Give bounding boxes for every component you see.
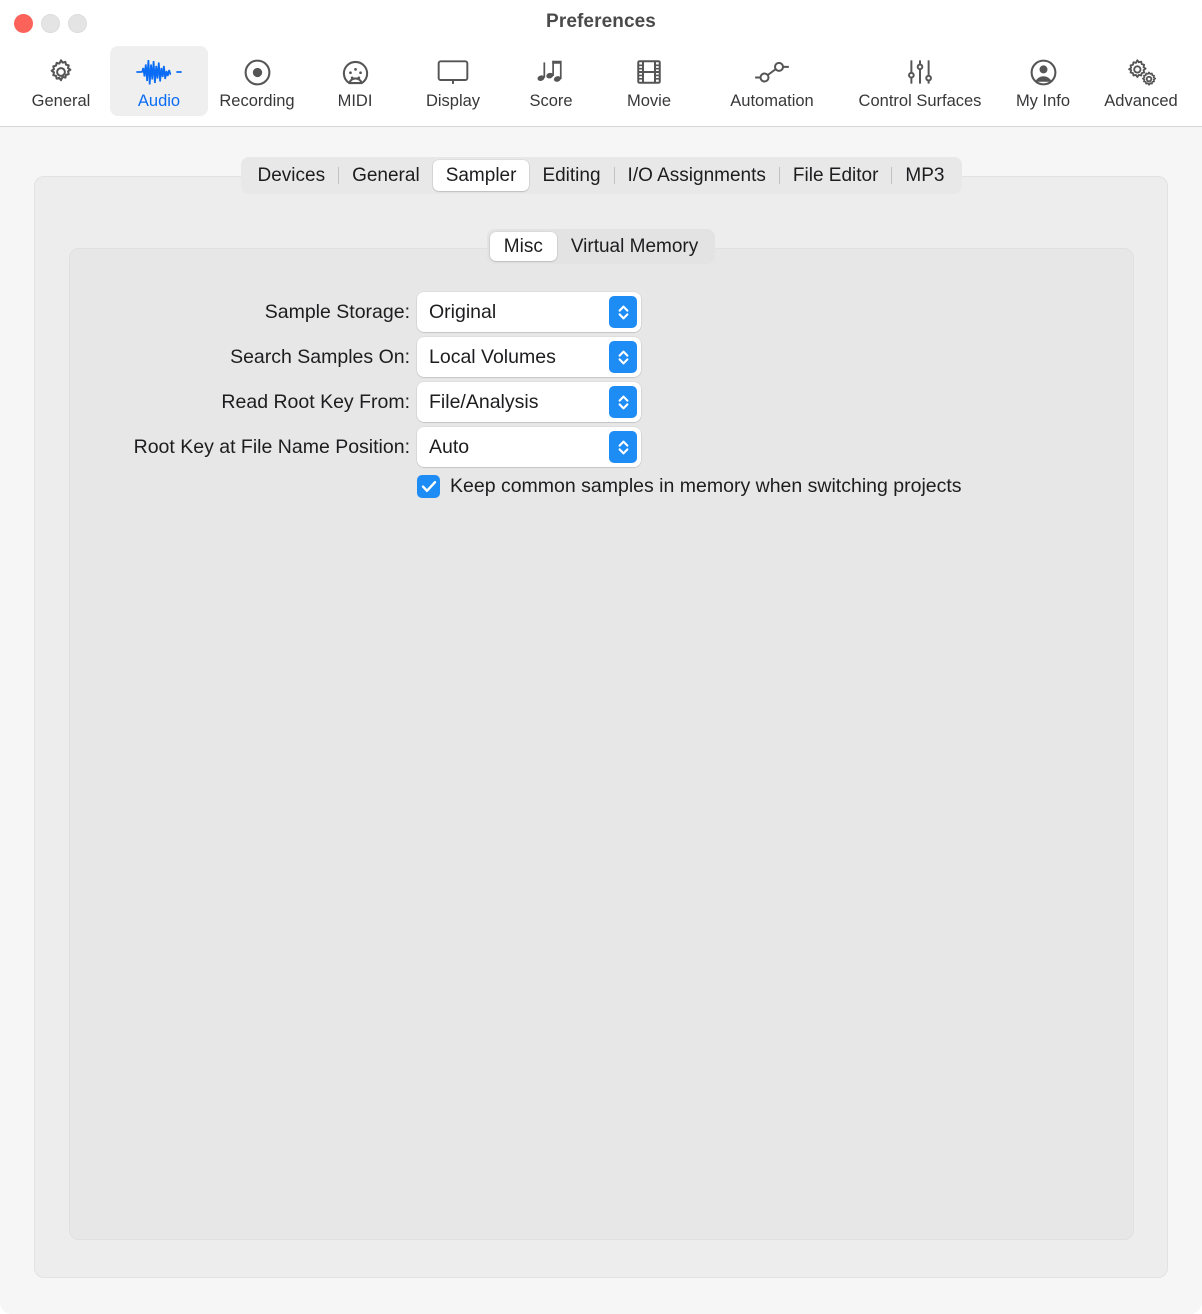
segment-misc[interactable]: Misc [489,232,557,261]
chevron-up-down-icon[interactable] [609,296,637,328]
sampler-misc-form: Sample Storage: Original Search Samples … [0,292,1202,472]
read-root-key-from-label: Read Root Key From: [221,391,410,413]
search-samples-on-label: Search Samples On: [230,346,410,368]
tab-general[interactable]: General [339,160,433,191]
popup-value: Original [429,300,497,323]
audio-tabs-container: Devices General Sampler Editing I/O Assi… [0,157,1202,194]
window-title: Preferences [546,11,656,32]
toolbar-item-score[interactable]: Score [502,46,600,116]
titlebar-toolbar: Preferences General Audio Recording MIDI… [0,0,1202,127]
person-circle-icon [1028,55,1059,89]
chevron-up-down-icon[interactable] [609,386,637,418]
midi-connector-icon [340,55,371,89]
checkmark-icon[interactable] [417,475,440,498]
toolbar-item-label: General [31,92,91,110]
toolbar-item-control-surfaces[interactable]: Control Surfaces [846,46,994,116]
toolbar-item-label: Control Surfaces [858,92,982,110]
toolbar-item-label: Score [529,92,573,110]
chevron-up-down-icon[interactable] [609,431,637,463]
tab-file-editor[interactable]: File Editor [780,160,892,191]
preferences-toolbar: General Audio Recording MIDI Display Sco… [0,46,1202,118]
sample-storage-label: Sample Storage: [264,301,410,323]
toolbar-item-midi[interactable]: MIDI [306,46,404,116]
toolbar-item-label: MIDI [337,92,373,110]
read-root-key-from-popup[interactable]: File/Analysis [417,382,641,422]
waveform-icon [135,55,183,89]
chevron-up-down-icon[interactable] [609,341,637,373]
display-monitor-icon [436,55,470,89]
checkbox-label: Keep common samples in memory when switc… [450,475,962,497]
root-key-at-file-name-position-popup[interactable]: Auto [417,427,641,467]
toolbar-item-general[interactable]: General [12,46,110,116]
toolbar-item-recording[interactable]: Recording [208,46,306,116]
toolbar-item-label: Advanced [1104,92,1178,110]
toolbar-item-label: Movie [626,92,671,110]
sampler-subtabs-container: Misc Virtual Memory [0,229,1202,264]
film-strip-icon [634,55,664,89]
form-row-search-samples-on: Search Samples On: Local Volumes [0,337,1202,382]
form-row-root-key-at-file-name-position: Root Key at File Name Position: Auto [0,427,1202,472]
form-row-read-root-key-from: Read Root Key From: File/Analysis [0,382,1202,427]
audio-tabstrip: Devices General Sampler Editing I/O Assi… [240,157,962,194]
popup-value: File/Analysis [429,390,539,413]
tab-io-assignments[interactable]: I/O Assignments [615,160,779,191]
toolbar-item-display[interactable]: Display [404,46,502,116]
toolbar-item-my-info[interactable]: My Info [994,46,1092,116]
search-samples-on-popup[interactable]: Local Volumes [417,337,641,377]
tab-editing[interactable]: Editing [529,160,613,191]
form-row-sample-storage: Sample Storage: Original [0,292,1202,337]
tab-sampler[interactable]: Sampler [432,160,530,191]
toolbar-item-advanced[interactable]: Advanced [1092,46,1190,116]
toolbar-item-automation[interactable]: Automation [698,46,846,116]
record-circle-icon [242,55,273,89]
root-key-at-file-name-position-label: Root Key at File Name Position: [133,436,410,458]
popup-value: Auto [429,435,470,458]
toolbar-item-label: Display [425,92,481,110]
toolbar-item-label: Audio [137,92,181,110]
tab-devices[interactable]: Devices [245,160,339,191]
automation-nodes-icon [752,55,792,89]
faders-icon [904,55,936,89]
music-notes-icon [535,55,567,89]
double-gear-icon [1124,55,1158,89]
gear-icon [46,55,76,89]
toolbar-item-audio[interactable]: Audio [110,46,208,116]
tab-mp3[interactable]: MP3 [892,160,957,191]
toolbar-item-label: My Info [1015,92,1071,110]
toolbar-item-label: Recording [219,92,295,110]
toolbar-item-movie[interactable]: Movie [600,46,698,116]
keep-common-samples-checkbox-row[interactable]: Keep common samples in memory when switc… [417,475,962,498]
toolbar-item-label: Automation [730,92,814,110]
preferences-window: Preferences General Audio Recording MIDI… [0,0,1202,1314]
segment-virtual-memory[interactable]: Virtual Memory [557,232,712,261]
popup-value: Local Volumes [429,345,556,368]
sample-storage-popup[interactable]: Original [417,292,641,332]
sampler-segmented-control: Misc Virtual Memory [486,229,716,264]
